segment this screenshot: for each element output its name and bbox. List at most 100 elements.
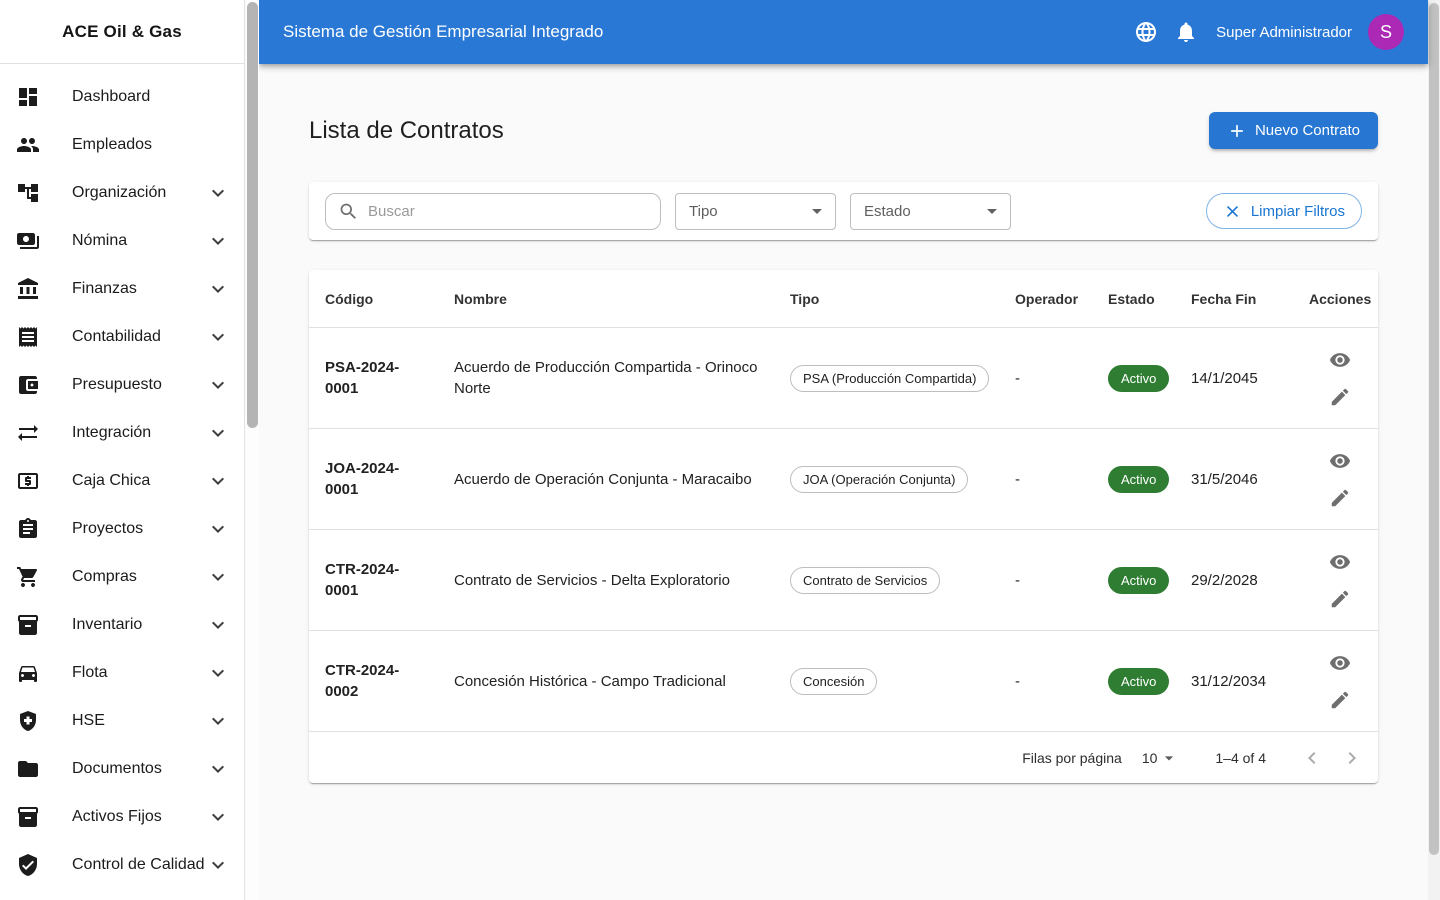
sidebar-item-finanzas[interactable]: Finanzas (0, 265, 244, 313)
search-box (325, 192, 661, 230)
sidebar-item-empleados[interactable]: Empleados (0, 121, 244, 169)
sidebar-scrollbar[interactable] (246, 0, 259, 900)
rows-per-page-value: 10 (1141, 749, 1158, 766)
language-button[interactable] (1126, 12, 1166, 52)
dropdown-arrow-icon (805, 199, 829, 223)
edit-button[interactable] (1323, 481, 1357, 515)
sidebar-item-caja-chica[interactable]: Caja Chica (0, 457, 244, 505)
sidebar-item-label: Flota (72, 664, 108, 681)
status-filter-select[interactable]: Estado (850, 192, 1011, 230)
contract-code: PSA-2024-0001 (325, 359, 400, 397)
chevron-down-icon (206, 277, 230, 301)
sidebar-item-label: Proyectos (72, 520, 144, 537)
table-row: CTR-2024-0002 Concesión Histórica - Campo… (309, 630, 1378, 731)
sidebar-item-label: Organización (72, 184, 167, 201)
contract-name: Acuerdo de Producción Compartida - Orino… (454, 359, 758, 397)
edit-button[interactable] (1323, 683, 1357, 717)
sidebar-scrollbar-thumb[interactable] (247, 2, 258, 428)
contract-type-chip: JOA (Operación Conjunta) (790, 465, 969, 493)
sidebar-menu: Dashboard Empleados Organización Nómina Fina… (0, 64, 244, 889)
contract-name: Acuerdo de Operación Conjunta - Maracaib… (454, 470, 752, 488)
clear-filters-button[interactable]: Limpiar Filtros (1205, 193, 1362, 229)
notifications-button[interactable] (1166, 12, 1206, 52)
sidebar-item-integracion[interactable]: Integración (0, 409, 244, 457)
next-page-button[interactable] (1332, 738, 1372, 778)
sidebar-item-proyectos[interactable]: Proyectos (0, 505, 244, 553)
view-button[interactable] (1323, 545, 1357, 579)
view-button[interactable] (1323, 343, 1357, 377)
view-button[interactable] (1323, 646, 1357, 680)
sidebar-item-nomina[interactable]: Nómina (0, 217, 244, 265)
new-contract-button[interactable]: Nuevo Contrato (1208, 112, 1378, 149)
contract-code: JOA-2024-0001 (325, 460, 400, 498)
sidebar-item-compras[interactable]: Compras (0, 553, 244, 601)
chevron-down-icon (206, 373, 230, 397)
search-input[interactable] (368, 202, 648, 220)
search-icon (338, 201, 359, 222)
inventory-box-icon (16, 805, 40, 829)
sidebar-item-flota[interactable]: Flota (0, 649, 244, 697)
wallet-icon (16, 373, 40, 397)
eye-icon (1329, 652, 1351, 674)
column-header-operator: Operador (1015, 290, 1079, 307)
sidebar-item-organizacion[interactable]: Organización (0, 169, 244, 217)
column-header-status: Estado (1108, 290, 1155, 307)
pencil-icon (1329, 386, 1351, 408)
avatar[interactable]: S (1368, 14, 1404, 50)
contract-operator: - (1015, 470, 1020, 488)
receipt-icon (16, 325, 40, 349)
chevron-down-icon (206, 853, 230, 877)
sidebar-item-label: Integración (72, 424, 152, 441)
chevron-down-icon (206, 469, 230, 493)
contract-name: Concesión Histórica - Campo Tradicional (454, 672, 726, 690)
page-scrollbar-thumb[interactable] (1429, 3, 1439, 855)
contract-type-chip: Contrato de Servicios (790, 566, 941, 594)
sidebar-item-contabilidad[interactable]: Contabilidad (0, 313, 244, 361)
eye-icon (1329, 551, 1351, 573)
sidebar-item-label: Activos Fijos (72, 808, 162, 825)
sidebar: ACE Oil & Gas Dashboard Empleados Organiza… (0, 0, 245, 900)
dashboard-icon (16, 85, 40, 109)
sidebar-item-label: Inventario (72, 616, 143, 633)
sidebar-item-control-calidad[interactable]: Control de Calidad (0, 841, 244, 889)
status-badge: Activo (1108, 364, 1170, 392)
filter-bar: Tipo Estado Limpiar Filtros (309, 182, 1378, 240)
content: Lista de Contratos Nuevo Contrato Tipo E… (309, 64, 1378, 783)
edit-button[interactable] (1323, 582, 1357, 616)
table-body: PSA-2024-0001 Acuerdo de Producción Compa… (309, 327, 1378, 731)
shield-plus-icon (16, 709, 40, 733)
dropdown-arrow-icon (980, 199, 1004, 223)
swap-arrows-icon (16, 421, 40, 445)
sidebar-item-activos-fijos[interactable]: Activos Fijos (0, 793, 244, 841)
sidebar-item-label: HSE (72, 712, 105, 729)
type-filter-select[interactable]: Tipo (675, 192, 836, 230)
contract-operator: - (1015, 369, 1020, 387)
view-button[interactable] (1323, 444, 1357, 478)
sidebar-item-inventario[interactable]: Inventario (0, 601, 244, 649)
sidebar-item-label: Presupuesto (72, 376, 162, 393)
sidebar-item-label: Caja Chica (72, 472, 151, 489)
chevron-down-icon (206, 661, 230, 685)
app-title: Sistema de Gestión Empresarial Integrado (283, 22, 604, 41)
rows-per-page-select[interactable]: 10 (1142, 748, 1180, 768)
sidebar-item-documentos[interactable]: Documentos (0, 745, 244, 793)
edit-button[interactable] (1323, 380, 1357, 414)
sidebar-item-label: Dashboard (72, 88, 151, 105)
sidebar-item-hse[interactable]: HSE (0, 697, 244, 745)
chevron-down-icon (206, 757, 230, 781)
chevron-down-icon (206, 805, 230, 829)
previous-page-button[interactable] (1292, 738, 1332, 778)
type-filter-label: Tipo (689, 202, 718, 220)
page-scrollbar[interactable] (1428, 0, 1440, 900)
contract-end-date: 29/2/2028 (1191, 571, 1258, 589)
chevron-right-icon (1340, 746, 1364, 770)
chevron-down-icon (206, 613, 230, 637)
chevron-down-icon (206, 421, 230, 445)
pagination-range: 1–4 of 4 (1215, 749, 1266, 766)
chevron-down-icon (206, 181, 230, 205)
payments-icon (16, 229, 40, 253)
sidebar-item-dashboard[interactable]: Dashboard (0, 73, 244, 121)
globe-icon (1134, 20, 1158, 44)
sidebar-item-presupuesto[interactable]: Presupuesto (0, 361, 244, 409)
column-header-code: Código (325, 290, 374, 307)
